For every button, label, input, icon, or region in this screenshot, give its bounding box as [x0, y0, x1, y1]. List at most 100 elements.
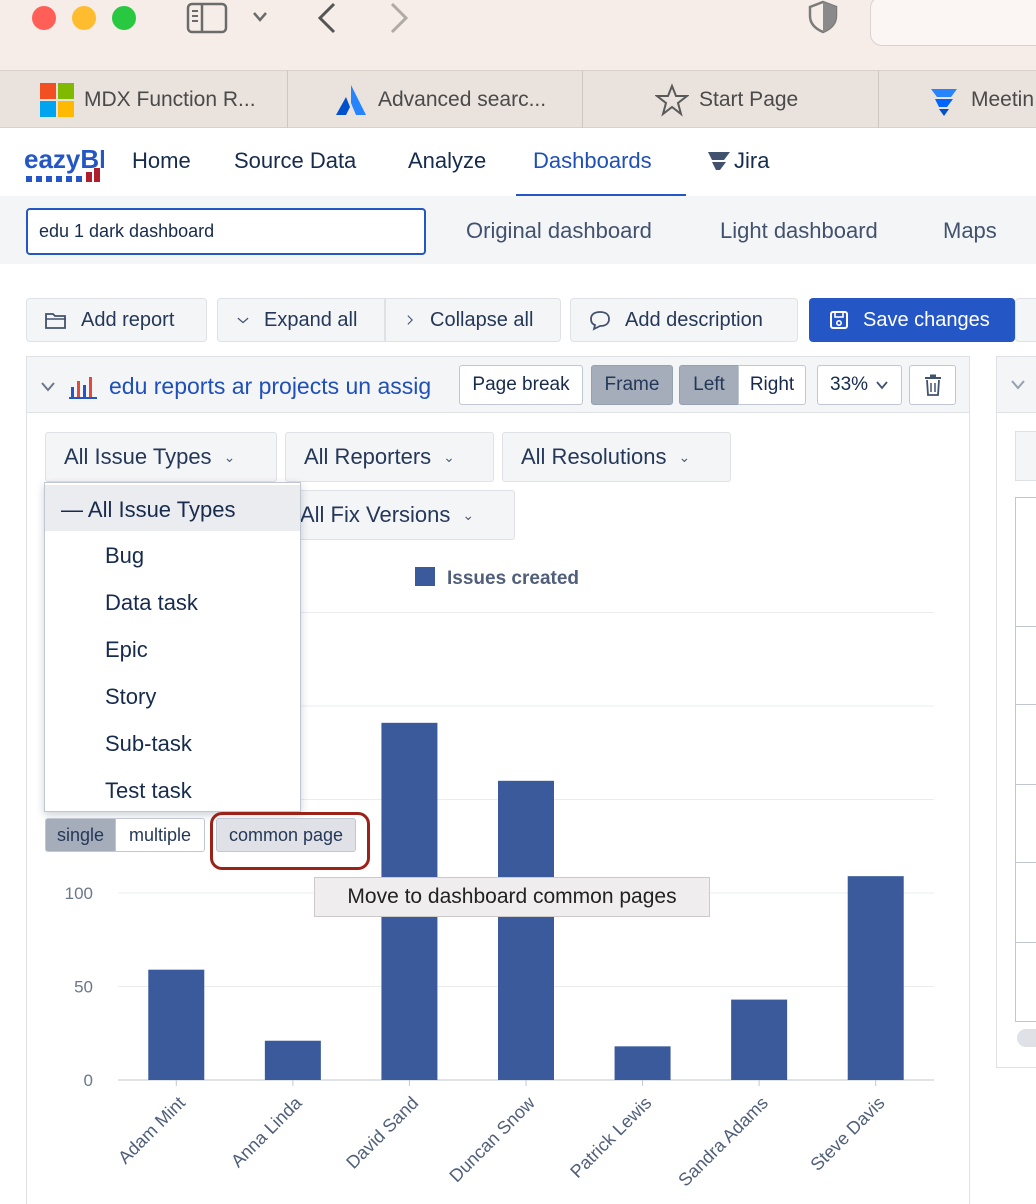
back-arrow-icon[interactable] [316, 2, 338, 34]
chart-y-axis: 0 50 100 [65, 884, 93, 1090]
filter-fix-versions[interactable]: All Fix Versions ⌄ [285, 490, 515, 540]
dropdown-item-epic[interactable]: Epic [105, 637, 148, 663]
bar[interactable] [264, 1040, 321, 1080]
dashboard-tab-light[interactable]: Light dashboard [720, 218, 878, 244]
forward-arrow-icon[interactable] [388, 2, 410, 34]
frame-toggle[interactable]: Frame [591, 365, 673, 405]
zoom-window-button[interactable] [112, 6, 136, 30]
collapse-all-button[interactable]: Collapse all [385, 298, 561, 342]
filter-label: All Resolutions [521, 444, 667, 469]
dropdown-item-story[interactable]: Story [105, 684, 156, 710]
delete-report-button[interactable] [909, 365, 956, 405]
filter-issue-types[interactable]: All Issue Types ⌄ [45, 432, 277, 482]
width-value: 33% [830, 374, 869, 395]
nav-jira[interactable]: Jira [734, 148, 769, 174]
browser-tab-label: Start Page [699, 87, 799, 111]
browser-tab-mdx[interactable]: MDX Function R... [0, 71, 288, 128]
bar[interactable] [498, 780, 554, 1080]
dropdown-item-all[interactable]: — All Issue Types [45, 485, 300, 531]
chevron-down-icon[interactable] [252, 10, 268, 24]
browser-tabbar: MDX Function R... Advanced searc... Star… [0, 70, 1036, 128]
filter-label: All Fix Versions [300, 502, 451, 527]
chevron-down-icon[interactable] [1011, 379, 1025, 391]
second-report-filter[interactable] [1015, 431, 1036, 481]
bar[interactable] [731, 999, 788, 1080]
dropdown-item-test-task[interactable]: Test task [105, 778, 192, 804]
logo-text: eazyBI [24, 144, 104, 174]
sidebar-toggle-icon[interactable] [186, 2, 228, 34]
add-description-button[interactable]: Add description [570, 298, 798, 342]
chevron-down-icon[interactable] [41, 381, 55, 393]
dropdown-item-bug[interactable]: Bug [105, 543, 144, 569]
expand-all-button[interactable]: Expand all [217, 298, 385, 342]
dropdown-item-sub-task[interactable]: Sub-task [105, 731, 192, 757]
add-report-label: Add report [81, 308, 175, 331]
horizontal-scrollbar[interactable] [1017, 1029, 1036, 1047]
microsoft-logo-icon [40, 82, 74, 117]
report-panel-header: edu reports ar projects un assig Page br… [27, 357, 969, 413]
minimize-window-button[interactable] [72, 6, 96, 30]
chart-x-axis: Adam Mint Anna Linda David Sand Duncan Snow… [114, 1080, 889, 1191]
browser-tab-label: Meetin [971, 87, 1035, 111]
legend-label: Issues created [447, 568, 579, 589]
browser-tab-label: MDX Function R... [84, 87, 256, 111]
x-tick-label: Steve Davis [806, 1093, 888, 1175]
bar[interactable] [847, 876, 904, 1080]
x-tick-label: Duncan Snow [445, 1092, 539, 1186]
single-select-toggle[interactable]: single [45, 818, 116, 852]
chevron-down-icon: ⌄ [443, 448, 455, 465]
second-report-panel [996, 356, 1036, 1068]
browser-tab-label: Advanced searc... [378, 87, 547, 111]
browser-titlebar [0, 0, 1036, 70]
nav-source-data[interactable]: Source Data [234, 148, 356, 174]
align-left-toggle[interactable]: Left [679, 365, 739, 405]
more-toolbar-button[interactable] [1015, 298, 1036, 342]
chevron-down-icon [876, 381, 888, 390]
common-page-tooltip: Move to dashboard common pages [314, 877, 710, 917]
second-report-table [1015, 497, 1036, 1022]
filter-resolutions[interactable]: All Resolutions ⌄ [502, 432, 731, 482]
jira-logo-icon [931, 88, 957, 116]
dropdown-item-data-task[interactable]: Data task [105, 590, 198, 616]
chevron-down-icon: ⌄ [678, 448, 691, 465]
bar[interactable] [614, 1046, 671, 1080]
dashboard-tabs-bar: Original dashboard Light dashboard Maps [0, 196, 1036, 264]
chevron-right-icon [407, 315, 413, 325]
dashboard-tab-original[interactable]: Original dashboard [466, 218, 652, 244]
page-break-button[interactable]: Page break [459, 365, 583, 405]
filter-reporters[interactable]: All Reporters ⌄ [285, 432, 494, 482]
chart-legend[interactable]: Issues created [415, 567, 579, 589]
nav-analyze[interactable]: Analyze [408, 148, 486, 174]
report-title[interactable]: edu reports ar projects un assig [109, 373, 459, 400]
nav-home[interactable]: Home [132, 148, 191, 174]
align-right-toggle[interactable]: Right [738, 365, 806, 405]
x-tick-label: Sandra Adams [674, 1093, 772, 1191]
chevron-down-icon [237, 317, 249, 324]
add-report-button[interactable]: Add report [26, 298, 207, 342]
legend-swatch [415, 567, 435, 586]
browser-tab-meeting[interactable]: Meetin [879, 71, 1036, 128]
y-tick-label: 100 [65, 884, 93, 903]
jira-logo-icon [708, 152, 730, 170]
highlight-annotation [210, 812, 370, 870]
save-changes-button[interactable]: Save changes [809, 298, 1015, 342]
width-select[interactable]: 33% [817, 365, 902, 405]
issue-type-dropdown: — All Issue Types Bug Data task Epic Sto… [44, 482, 301, 812]
collapse-all-label: Collapse all [430, 308, 534, 331]
browser-tab-start-page[interactable]: Start Page [583, 71, 879, 128]
browser-tab-advanced-search[interactable]: Advanced searc... [288, 71, 583, 128]
y-tick-label: 50 [74, 978, 93, 997]
address-bar[interactable] [870, 0, 1036, 46]
dashboard-name-input[interactable] [26, 208, 426, 255]
save-changes-label: Save changes [863, 308, 990, 331]
atlassian-logo-icon [336, 84, 366, 115]
multiple-select-toggle[interactable]: multiple [115, 818, 205, 852]
bar[interactable] [148, 969, 205, 1080]
y-tick-label: 0 [84, 1071, 93, 1090]
nav-dashboards[interactable]: Dashboards [533, 148, 652, 174]
filter-label: All Issue Types [64, 444, 212, 469]
dashboard-tab-maps[interactable]: Maps [943, 218, 997, 244]
close-window-button[interactable] [32, 6, 56, 30]
shield-icon[interactable] [808, 0, 838, 34]
eazybi-logo[interactable]: eazyBI [24, 140, 104, 184]
